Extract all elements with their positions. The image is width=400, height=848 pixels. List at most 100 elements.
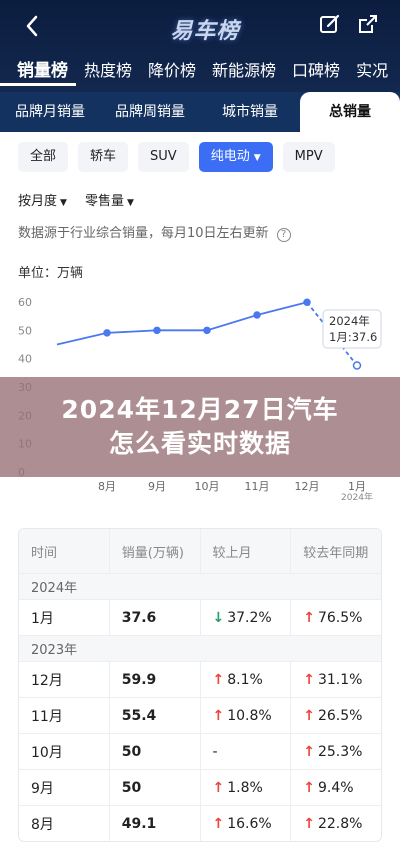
cell-yoy: ↑ 22.8% xyxy=(290,806,381,841)
cell-month: 10月 xyxy=(19,734,109,769)
cell-yoy-text: 9.4% xyxy=(317,779,354,796)
cell-month-text: 11月 xyxy=(31,708,63,725)
x-tick-label: 8月 xyxy=(98,480,116,493)
header-sales: 销量(万辆) xyxy=(108,529,200,573)
cell-month-text: 1月 xyxy=(31,610,54,627)
year-label: 2023年 xyxy=(31,643,78,658)
subtab-city[interactable]: 城市销量 xyxy=(200,92,300,132)
cell-yoy-text: 26.5% xyxy=(317,707,363,724)
cell-mom: ↓ 37.2% xyxy=(199,600,291,635)
title-overlay: 2024年12月27日汽车 怎么看实时数据 xyxy=(0,377,400,477)
back-button[interactable] xyxy=(16,10,48,42)
cell-yoy-text: 31.1% xyxy=(317,671,363,688)
cell-sales-text: 59.9 xyxy=(121,671,157,688)
sales-subtabs: 品牌月销量 品牌周销量 城市销量 总销量 xyxy=(0,92,400,132)
y-tick-label: 40 xyxy=(18,353,32,366)
chip-all[interactable]: 全部 xyxy=(18,142,69,172)
y-tick-label: 50 xyxy=(18,324,32,337)
table-row[interactable]: 11月 55.4 ↑ 10.8% ↑ 26.5% xyxy=(19,697,381,733)
cell-month-text: 12月 xyxy=(31,672,63,689)
cell-mom-text: 37.2% xyxy=(227,609,272,626)
table-row[interactable]: 12月 59.9 ↑ 8.1% ↑ 31.1% xyxy=(19,661,381,697)
year-group-row: 2024年 xyxy=(19,573,381,599)
unit-label: 单位：万辆 xyxy=(18,266,84,281)
tooltip-year: 2024年 xyxy=(329,314,370,328)
x-tick-label: 12月 xyxy=(295,480,320,493)
edit-button[interactable] xyxy=(318,12,346,40)
data-point xyxy=(303,298,311,307)
cell-mom: - xyxy=(199,734,291,769)
table-row[interactable]: 8月 49.1 ↑ 16.6% ↑ 22.8% xyxy=(19,805,381,841)
cell-sales-text: 49.1 xyxy=(121,815,157,832)
arrow-up-icon: ↑ xyxy=(303,743,315,760)
tab-popularity[interactable]: 热度榜 xyxy=(76,56,140,86)
cell-yoy: ↑ 26.5% xyxy=(290,698,381,733)
tab-price-drop[interactable]: 降价榜 xyxy=(140,56,204,86)
overlay-title-line1: 2024年12月27日汽车 xyxy=(61,395,339,424)
source-note: 数据源于行业综合销量，每月10日左右更新 ? xyxy=(18,222,291,242)
chip-ev[interactable]: 纯电动 ▼ xyxy=(198,142,273,172)
subtab-total[interactable]: 总销量 xyxy=(300,92,400,132)
data-point xyxy=(153,326,161,335)
overlay-title-line2: 怎么看实时数据 xyxy=(108,429,291,458)
chip-mpv[interactable]: MPV xyxy=(282,142,335,172)
header-time: 时间 xyxy=(31,545,58,561)
arrow-down-icon: ↓ xyxy=(212,609,225,626)
table-row[interactable]: 9月 50 ↑ 1.8% ↑ 9.4% xyxy=(19,769,381,805)
cell-sales-text: 55.4 xyxy=(121,707,157,724)
retail-label: 零售量 xyxy=(84,194,124,209)
arrow-up-icon: ↑ xyxy=(212,707,225,724)
cell-sales: 59.9 xyxy=(108,662,200,697)
cell-month-text: 9月 xyxy=(31,780,54,797)
cell-yoy: ↑ 76.5% xyxy=(290,600,381,635)
cell-yoy: ↑ 9.4% xyxy=(290,770,381,805)
cell-sales: 49.1 xyxy=(108,806,200,841)
chip-suv[interactable]: SUV xyxy=(138,142,189,172)
edit-icon xyxy=(320,14,340,33)
cell-yoy-text: 76.5% xyxy=(317,609,363,626)
x-tick-label: 11月 xyxy=(245,480,270,493)
retail-dropdown[interactable]: 零售量 ▼ xyxy=(85,190,134,209)
table-row[interactable]: 1月 37.6 ↓ 37.2% ↑ 76.5% xyxy=(19,599,381,635)
subtab-brand-weekly[interactable]: 品牌周销量 xyxy=(100,92,200,132)
help-icon[interactable]: ? xyxy=(276,228,291,242)
app-logo: 易车榜 xyxy=(150,12,260,46)
header-yoy: 较去年同期 xyxy=(290,529,381,573)
year-group-row: 2023年 xyxy=(19,635,381,661)
table-row[interactable]: 10月 50 - ↑ 25.3% xyxy=(19,733,381,769)
cell-mom: ↑ 16.6% xyxy=(199,806,291,841)
data-point xyxy=(352,361,362,370)
x-tick-label: 9月 xyxy=(148,480,166,493)
tab-sales[interactable]: 销量榜 xyxy=(0,56,76,86)
by-month-dropdown[interactable]: 按月度 ▼ xyxy=(18,190,67,209)
series-line xyxy=(56,301,308,346)
tab-new-energy[interactable]: 新能源榜 xyxy=(204,56,284,86)
share-button[interactable] xyxy=(356,12,384,40)
chip-sedan[interactable]: 轿车 xyxy=(78,142,129,172)
arrow-up-icon: ↑ xyxy=(303,779,315,796)
data-point xyxy=(103,329,111,337)
arrow-up-icon: ↑ xyxy=(303,707,315,724)
data-point xyxy=(203,326,211,335)
chevron-left-icon xyxy=(26,15,38,37)
caret-down-icon: ▼ xyxy=(126,198,134,208)
x-tick-sublabel: 2024年 xyxy=(341,491,373,500)
tab-live[interactable]: 实况 xyxy=(348,56,396,86)
logo-text: 易车榜 xyxy=(170,19,240,44)
tooltip-value: 1月:37.6 xyxy=(329,330,377,344)
tab-reputation[interactable]: 口碑榜 xyxy=(284,56,348,86)
cell-mom-text: 8.1% xyxy=(227,671,263,688)
cell-mom: ↑ 8.1% xyxy=(199,662,291,697)
caret-down-icon: ▼ xyxy=(60,198,67,208)
x-tick-label: 10月 xyxy=(195,480,220,493)
cell-month: 11月 xyxy=(19,698,109,733)
subtab-brand-monthly[interactable]: 品牌月销量 xyxy=(0,92,100,132)
cell-mom-text: 1.8% xyxy=(227,779,263,796)
header-mom: 较上月 xyxy=(199,529,291,573)
sales-table: 时间 销量(万辆) 较上月 较去年同期 2024年 1月 37.6 ↓ 37.2% ↑ 76… xyxy=(18,528,382,842)
by-month-label: 按月度 xyxy=(18,194,58,209)
source-note-text: 数据源于行业综合销量，每月10日左右更新 xyxy=(18,226,269,241)
vehicle-type-filter: 全部 轿车 SUV 纯电动 ▼ MPV xyxy=(18,142,335,172)
app-header: 易车榜 销量榜 热度榜 降价榜 新能源榜 口碑榜 实况 xyxy=(0,0,400,92)
caret-down-icon: ▼ xyxy=(253,153,261,163)
